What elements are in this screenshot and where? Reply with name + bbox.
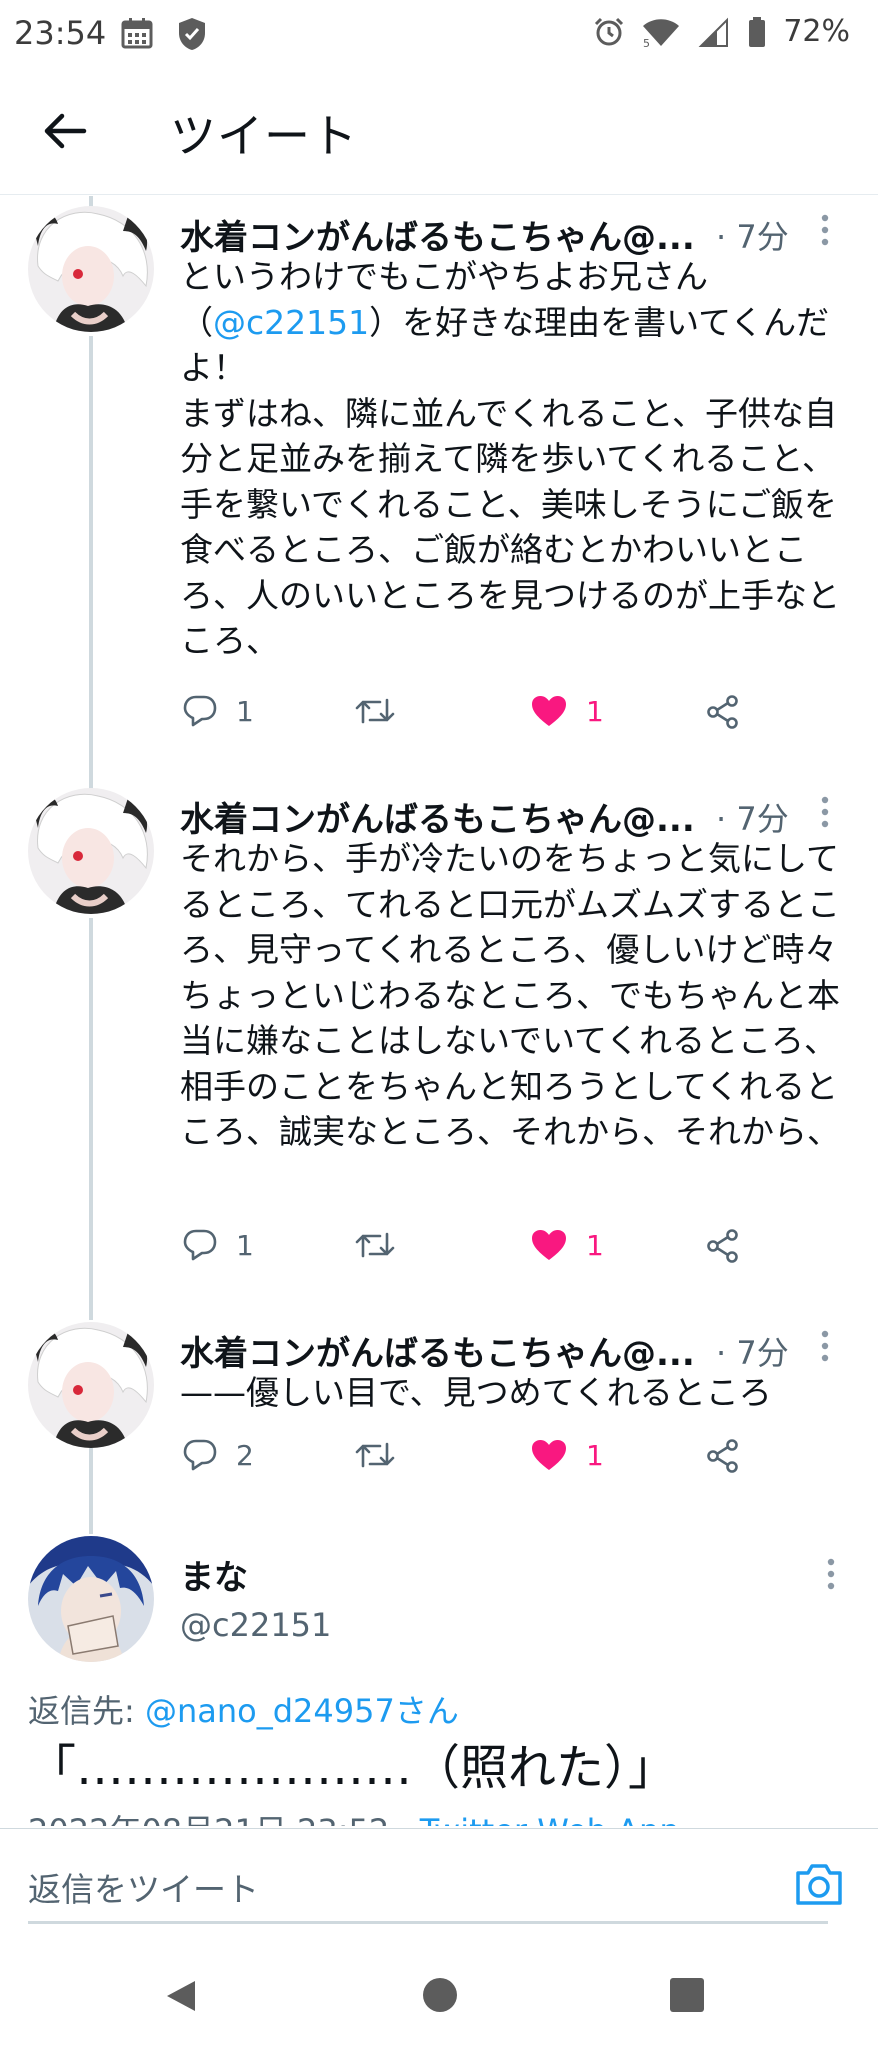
- camera-icon[interactable]: [794, 1861, 844, 1907]
- top-app-bar: ツイート: [0, 72, 878, 195]
- display-name[interactable]: 水着コンがんばるもこちゃん@...: [180, 792, 695, 841]
- svg-text:5: 5: [643, 37, 650, 48]
- signal-icon: [698, 17, 729, 47]
- heart-icon: [532, 1230, 566, 1260]
- retweet-icon: [355, 1442, 395, 1468]
- tweet-text: というわけでもこがやちよお兄さん （@c22151）を好きな理由を書いてくんだよ…: [180, 257, 840, 660]
- like-button[interactable]: 1: [530, 694, 604, 728]
- more-options-icon[interactable]: [818, 1328, 832, 1368]
- tweet-timestamp: 2022年08月21日 23:52 · Twitter Web App: [28, 1806, 680, 1826]
- tweet-actions: 2 1: [180, 1438, 760, 1488]
- display-name[interactable]: まな: [180, 1550, 248, 1599]
- retweet-button[interactable]: [354, 1228, 396, 1262]
- reply-icon: [183, 1229, 217, 1261]
- source-app-link[interactable]: Twitter Web App: [420, 1812, 680, 1826]
- nav-home-icon[interactable]: [423, 1978, 457, 2012]
- reply-icon: [183, 1439, 217, 1471]
- heart-icon: [532, 1440, 566, 1470]
- share-icon: [707, 1439, 738, 1473]
- reply-input[interactable]: 返信をツイート: [28, 1859, 828, 1924]
- retweet-icon: [355, 698, 395, 724]
- share-icon: [707, 1229, 738, 1263]
- nav-recents-icon[interactable]: [670, 1978, 704, 2012]
- avatar[interactable]: [28, 206, 154, 332]
- retweet-button[interactable]: [354, 694, 396, 728]
- reply-to-link[interactable]: @nano_d24957さん: [145, 1692, 459, 1730]
- mention-link[interactable]: @c22151: [213, 303, 369, 342]
- reply-composer: 返信をツイート: [0, 1828, 878, 1949]
- share-button[interactable]: [705, 1228, 741, 1264]
- avatar[interactable]: [28, 788, 154, 914]
- tweet[interactable]: 水着コンがんばるもこちゃん@... · 7分 というわけでもこがやちよお兄さん …: [0, 206, 878, 766]
- tweet[interactable]: 水着コンがんばるもこちゃん@... · 7分 ——優しい目で、見つめてくれるとこ…: [0, 1322, 878, 1502]
- reply-button[interactable]: 2: [182, 1438, 254, 1472]
- heart-icon: [532, 696, 566, 726]
- reply-icon: [183, 695, 217, 727]
- share-button[interactable]: [705, 694, 741, 730]
- like-button[interactable]: 1: [530, 1228, 604, 1262]
- tweet-actions: 1 1: [180, 1228, 760, 1278]
- tweet-actions: 1 1: [180, 694, 760, 744]
- alarm-icon: [595, 17, 624, 45]
- status-bar: 23:54 5 72%: [0, 0, 878, 72]
- more-options-icon[interactable]: [818, 212, 832, 252]
- avatar[interactable]: [28, 1322, 154, 1448]
- share-icon: [707, 695, 738, 729]
- battery-percent: 72%: [783, 14, 850, 49]
- share-button[interactable]: [705, 1438, 741, 1474]
- system-nav-bar: [0, 1948, 878, 2048]
- reply-button[interactable]: 1: [182, 694, 254, 728]
- tweet-time[interactable]: · 7分: [716, 794, 789, 840]
- shield-icon: [179, 18, 205, 50]
- tweet-text: ——優しい目で、見つめてくれるところ: [180, 1373, 772, 1412]
- more-options-icon[interactable]: [824, 1556, 838, 1596]
- tweet-text: 「…………………（照れた）」: [28, 1740, 677, 1796]
- tweet-time[interactable]: · 7分: [716, 212, 789, 258]
- tweet[interactable]: 水着コンがんばるもこちゃん@... · 7分 それから、手が冷たいのをちょっと気…: [0, 788, 878, 1308]
- more-options-icon[interactable]: [818, 794, 832, 834]
- retweet-button[interactable]: [354, 1438, 396, 1472]
- arrow-left-icon[interactable]: [40, 106, 90, 156]
- avatar[interactable]: [28, 1536, 154, 1662]
- reply-placeholder: 返信をツイート: [28, 1870, 259, 1909]
- battery-icon: [749, 16, 766, 47]
- calendar-icon: [121, 18, 153, 49]
- nav-back-icon[interactable]: [163, 1978, 199, 2014]
- status-time: 23:54: [14, 14, 107, 52]
- page-title: ツイート: [170, 109, 358, 163]
- display-name[interactable]: 水着コンがんばるもこちゃん@...: [180, 210, 695, 259]
- reply-context: 返信先: @nano_d24957さん: [28, 1692, 459, 1730]
- user-handle[interactable]: @c22151: [180, 1606, 331, 1644]
- display-name[interactable]: 水着コンがんばるもこちゃん@...: [180, 1326, 695, 1375]
- like-button[interactable]: 1: [530, 1438, 604, 1472]
- reply-button[interactable]: 1: [182, 1228, 254, 1262]
- retweet-icon: [355, 1232, 395, 1258]
- wifi-icon: 5: [643, 18, 680, 48]
- tweet-time[interactable]: · 7分: [716, 1328, 789, 1374]
- tweet-text: それから、手が冷たいのをちょっと気にしてるところ、てれると口元がムズムズするとこ…: [180, 839, 840, 1151]
